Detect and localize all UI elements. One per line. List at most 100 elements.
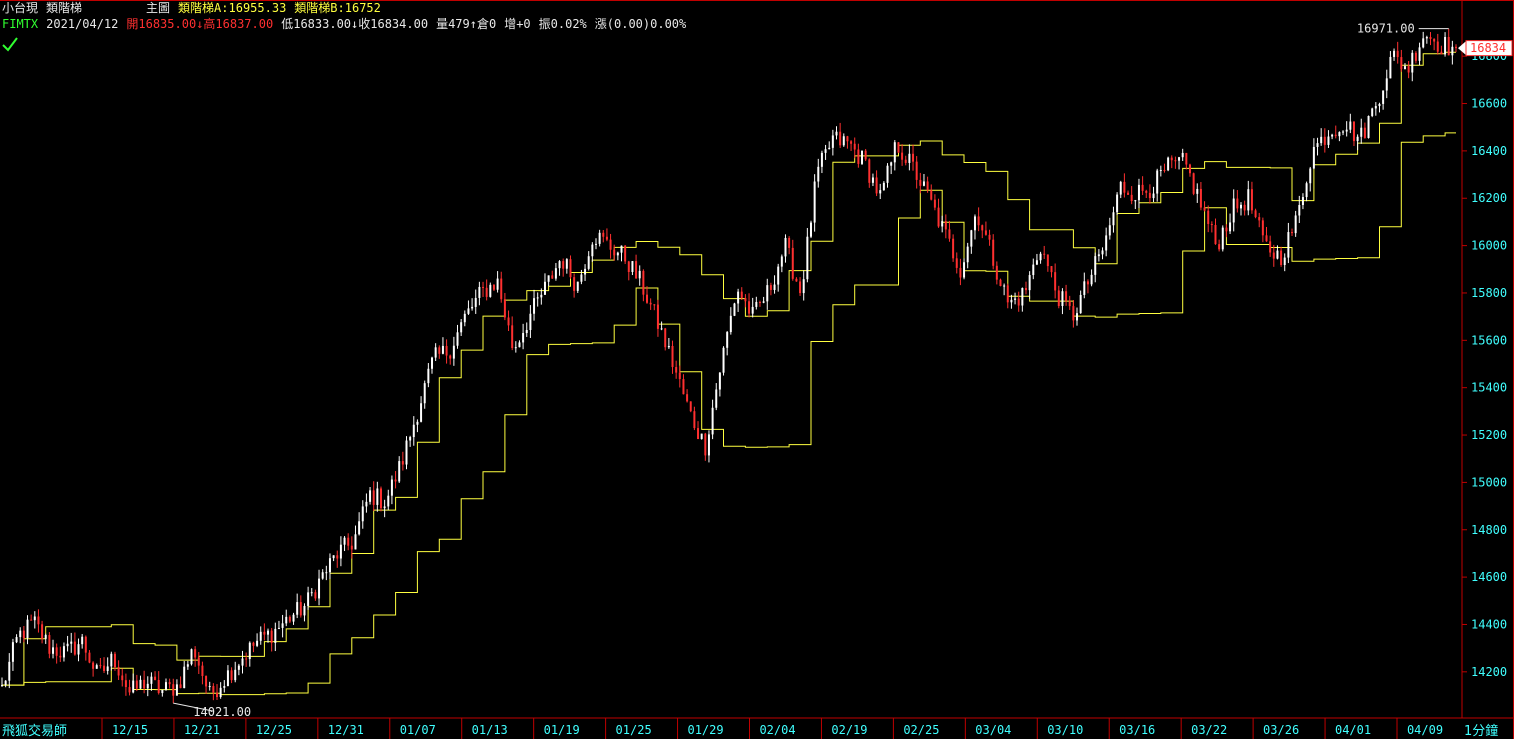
candle-body [507, 317, 510, 326]
candle-body [1199, 188, 1202, 208]
candle-body [646, 294, 649, 303]
candle-body [365, 501, 368, 507]
candle-body [1050, 266, 1053, 273]
candle-body [1221, 227, 1224, 250]
candle-body [1250, 189, 1253, 211]
candle-body [441, 345, 444, 354]
candle-body [230, 670, 233, 681]
candle-body [1349, 121, 1352, 130]
candle-body [449, 355, 452, 359]
candle-body [303, 605, 306, 616]
candle-body [656, 304, 659, 329]
candle-body [245, 658, 248, 660]
candle-body [164, 682, 167, 690]
bar-date: 2021/04/12 [46, 17, 119, 31]
last-price-marker: 16834 [1458, 40, 1513, 57]
candle-body [1382, 90, 1385, 104]
candle-body [22, 630, 25, 639]
candle-body [999, 279, 1002, 286]
candle-body [1134, 200, 1137, 202]
candle-body [4, 680, 7, 686]
candle-body [1418, 47, 1421, 61]
candle-body [1218, 244, 1221, 250]
candle-body [700, 433, 703, 440]
candle-body [8, 661, 11, 681]
candle-body [172, 684, 175, 696]
candle-body [463, 313, 466, 323]
candle-body [1371, 108, 1374, 116]
candle-body [1291, 232, 1294, 234]
candle-body [835, 131, 838, 136]
candle-body [1119, 181, 1122, 195]
interval-label[interactable]: 1分鐘 [1464, 720, 1498, 739]
app-watermark: 飛狐交易師 [2, 724, 68, 739]
candle-body [1170, 157, 1173, 161]
candle-body [569, 259, 572, 278]
candle-body [1108, 225, 1111, 236]
candle-body [467, 308, 470, 314]
candle-body [1323, 136, 1326, 145]
candle-body [780, 256, 783, 267]
candle-body [697, 428, 700, 440]
candle-body [1024, 288, 1027, 291]
candle-body [168, 682, 171, 685]
candle-body [194, 649, 197, 658]
candle-body [522, 333, 525, 343]
candle-body [1451, 46, 1454, 56]
candle-body [784, 237, 787, 257]
candle-body [1094, 256, 1097, 275]
candle-body [711, 407, 714, 435]
checkmark-icon[interactable] [2, 36, 18, 52]
y-tick-label: 15800 [1471, 286, 1507, 300]
candle-body [850, 141, 853, 144]
candle-body [37, 616, 40, 625]
candle-body [1294, 215, 1297, 234]
candle-body [1127, 192, 1130, 195]
x-tick-label: 12/25 [256, 723, 292, 737]
candle-body [190, 649, 193, 665]
candle-body [635, 261, 638, 279]
candle-body [110, 653, 113, 667]
candle-body [175, 684, 178, 696]
candle-body [1079, 294, 1082, 314]
candle-body [339, 544, 342, 559]
x-tick-label: 03/22 [1191, 723, 1227, 737]
candle-body [1225, 227, 1228, 232]
candle-body [1356, 136, 1359, 142]
candle-body [48, 635, 51, 654]
candle-body [237, 665, 240, 670]
candle-body [1232, 198, 1235, 223]
candle-body [977, 216, 980, 226]
candle-body [157, 679, 160, 694]
x-tick-label: 04/09 [1407, 723, 1443, 737]
candle-body [540, 294, 543, 298]
y-tick-label: 14600 [1471, 570, 1507, 584]
price-chart: 14200 14400 14600 14800 15000 15200 15400 15600… [0, 0, 1514, 739]
candle-body [744, 298, 747, 302]
candle-body [1440, 51, 1443, 55]
candle-body [755, 301, 758, 307]
candle-body [26, 619, 29, 639]
candle-body [1269, 241, 1272, 253]
candle-body [1137, 184, 1140, 201]
candle-body [321, 572, 324, 579]
candle-body [689, 401, 692, 412]
candle-body [1141, 184, 1144, 191]
candle-body [624, 245, 627, 262]
candle-body [733, 303, 736, 316]
candle-body [1203, 207, 1206, 211]
candle-body [511, 325, 514, 349]
candle [864, 148, 867, 162]
candle-body [1130, 194, 1133, 202]
candle-body [1021, 288, 1024, 306]
candle-body [1097, 254, 1100, 257]
symbol-name: 小台現 [2, 1, 39, 15]
candle-body [73, 641, 76, 655]
candle-body [620, 245, 623, 253]
candle-body [1123, 181, 1126, 193]
candle-body [766, 285, 769, 302]
candle-body [1054, 272, 1057, 291]
candle-body [748, 301, 751, 314]
candle [1371, 107, 1374, 118]
candle-body [1003, 285, 1006, 287]
